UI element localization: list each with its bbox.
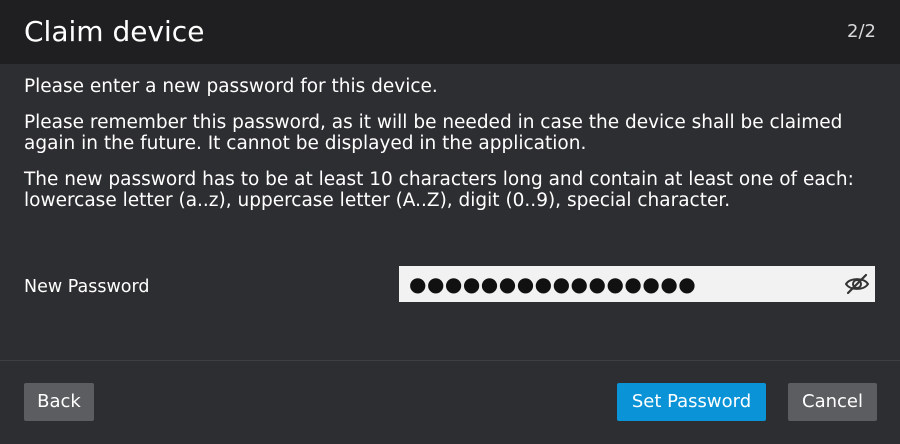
cancel-button[interactable]: Cancel	[788, 383, 877, 421]
step-indicator: 2/2	[847, 21, 876, 42]
eye-slash-icon[interactable]	[843, 270, 871, 298]
new-password-field: ●●●●●●●●●●●●●●●●	[399, 266, 875, 302]
instruction-text: Please enter a new password for this dev…	[24, 76, 438, 97]
new-password-label: New Password	[24, 277, 150, 297]
password-requirements-text: The new password has to be at least 10 c…	[24, 169, 854, 211]
remember-password-text: Please remember this password, as it wil…	[24, 112, 843, 154]
dialog-header: Claim device 2/2	[0, 0, 900, 64]
set-password-button[interactable]: Set Password	[617, 383, 766, 421]
dialog-title: Claim device	[24, 15, 205, 48]
footer-divider	[0, 360, 900, 361]
new-password-input[interactable]: ●●●●●●●●●●●●●●●●	[399, 266, 829, 302]
dialog-body: Please enter a new password for this dev…	[24, 76, 876, 226]
back-button[interactable]: Back	[24, 383, 94, 421]
claim-device-dialog: Claim device 2/2 Please enter a new pass…	[0, 0, 900, 444]
